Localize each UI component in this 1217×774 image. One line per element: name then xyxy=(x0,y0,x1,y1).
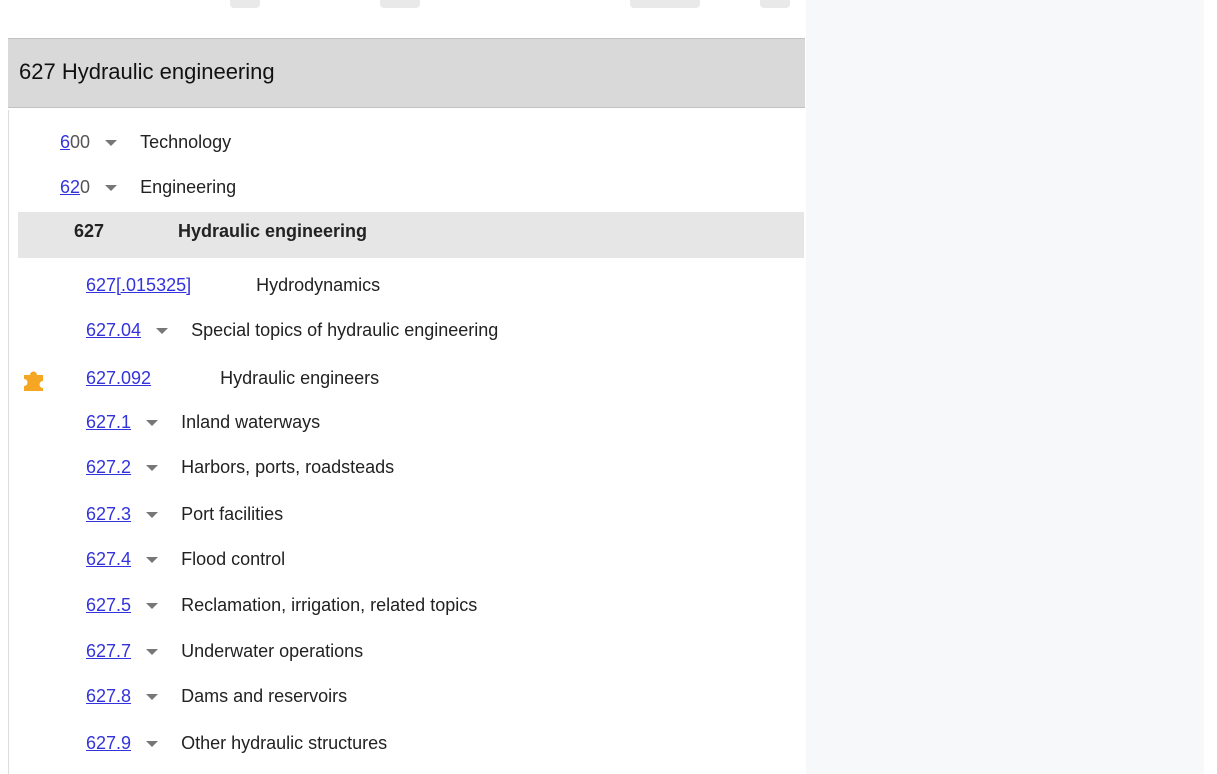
hierarchy-row-engineering: 620 Engineering xyxy=(60,173,236,201)
expand-caret-icon[interactable] xyxy=(146,420,159,427)
class-number-link[interactable]: 627.04 xyxy=(86,320,141,340)
class-number-link[interactable]: 627.7 xyxy=(86,641,131,661)
expand-caret-icon[interactable] xyxy=(146,649,159,656)
list-item: 627.4 Flood control xyxy=(86,545,285,573)
class-number-link[interactable]: 627.092 xyxy=(86,368,151,388)
expand-caret-icon[interactable] xyxy=(146,741,159,748)
list-item: 627.9 Other hydraulic structures xyxy=(86,729,387,757)
expand-caret-icon[interactable] xyxy=(105,140,118,147)
hierarchy-number-link[interactable]: 6 xyxy=(60,132,70,152)
hierarchy-label: Technology xyxy=(140,132,232,152)
class-number-link[interactable]: 627.3 xyxy=(86,504,131,524)
class-label: Special topics of hydraulic engineering xyxy=(191,320,499,340)
list-item: 627.04 Special topics of hydraulic engin… xyxy=(86,316,498,344)
class-number-link[interactable]: 627.2 xyxy=(86,457,131,477)
class-number-link[interactable]: 627.4 xyxy=(86,549,131,569)
class-label: Underwater operations xyxy=(181,641,364,661)
list-item: 627.5 Reclamation, irrigation, related t… xyxy=(86,591,477,619)
class-number-link[interactable]: 627.9 xyxy=(86,733,131,753)
expand-caret-icon[interactable] xyxy=(156,328,169,335)
expand-caret-icon[interactable] xyxy=(146,603,159,610)
expand-caret-icon[interactable] xyxy=(146,465,159,472)
class-label: Flood control xyxy=(181,549,286,569)
class-number-link[interactable]: 627.5 xyxy=(86,595,131,615)
class-label: Reclamation, irrigation, related topics xyxy=(181,595,478,615)
page: 627 Hydraulic engineering 600 Technology… xyxy=(0,0,1217,774)
class-label: Harbors, ports, roadsteads xyxy=(181,457,395,477)
class-tree: 600 Technology 620 Engineering 627 Hydra… xyxy=(0,0,806,774)
current-class-number: 627 xyxy=(74,221,105,241)
list-item: 627.8 Dams and reservoirs xyxy=(86,682,347,710)
expand-caret-icon[interactable] xyxy=(146,512,159,519)
class-label: Hydrodynamics xyxy=(256,275,381,295)
list-item: 627.2 Harbors, ports, roadsteads xyxy=(86,453,394,481)
class-number-link[interactable]: 627.8 xyxy=(86,686,131,706)
class-label: Hydraulic engineers xyxy=(220,368,380,388)
class-label: Other hydraulic structures xyxy=(181,733,388,753)
class-label: Port facilities xyxy=(181,504,284,524)
list-item: 627.1 Inland waterways xyxy=(86,408,320,436)
right-panel xyxy=(806,0,1204,774)
list-item: 627[.015325] Hydrodynamics xyxy=(86,271,380,299)
expand-caret-icon[interactable] xyxy=(105,185,118,192)
current-class-row: 627 Hydraulic engineering xyxy=(18,212,804,258)
hierarchy-number-suffix: 00 xyxy=(70,132,91,152)
hierarchy-number-link[interactable]: 62 xyxy=(60,177,80,197)
expand-caret-icon[interactable] xyxy=(146,694,159,701)
hierarchy-label: Engineering xyxy=(140,177,237,197)
list-item: 627.3 Port facilities xyxy=(86,500,283,528)
puzzle-icon[interactable] xyxy=(20,366,48,394)
hierarchy-number-suffix: 0 xyxy=(80,177,91,197)
class-number-link[interactable]: 627.1 xyxy=(86,412,131,432)
current-class-label: Hydraulic engineering xyxy=(178,221,368,241)
expand-caret-icon[interactable] xyxy=(146,557,159,564)
hierarchy-row-technology: 600 Technology xyxy=(60,128,231,156)
class-number-link[interactable]: 627[.015325] xyxy=(86,275,191,295)
list-item: 627.092 Hydraulic engineers xyxy=(86,364,379,392)
list-item: 627.7 Underwater operations xyxy=(86,637,363,665)
class-label: Dams and reservoirs xyxy=(181,686,348,706)
class-label: Inland waterways xyxy=(181,412,321,432)
